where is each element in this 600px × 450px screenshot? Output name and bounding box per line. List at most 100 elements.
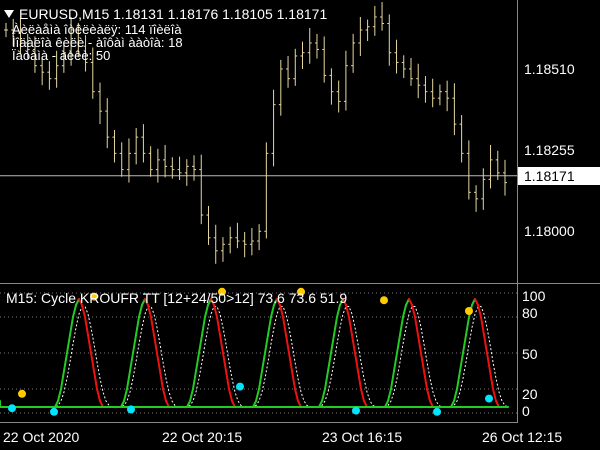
cycle-rising-segment bbox=[399, 316, 404, 336]
cycle-falling-segment bbox=[225, 370, 230, 390]
price-bar bbox=[163, 144, 168, 178]
cycle-rising-segment bbox=[66, 334, 71, 354]
cycle-rising-segment bbox=[138, 304, 143, 318]
cycle-rising-segment bbox=[258, 370, 263, 390]
price-bar bbox=[503, 159, 507, 196]
price-bar bbox=[488, 144, 493, 189]
price-bar bbox=[119, 142, 124, 177]
cycle-rising-segment bbox=[324, 370, 329, 390]
price-bar bbox=[358, 16, 363, 56]
time-label-3: 23 Oct 16:15 bbox=[322, 429, 403, 445]
price-bar bbox=[314, 33, 319, 59]
level-label-100: 100 bbox=[522, 288, 546, 304]
cycle-falling-segment bbox=[357, 370, 362, 390]
price-bar bbox=[141, 124, 146, 163]
current-price-box: 1.18171 bbox=[518, 167, 600, 185]
price-bar bbox=[148, 146, 153, 177]
cycle-rising-segment bbox=[465, 316, 470, 336]
price-bar bbox=[408, 57, 413, 86]
cycle-falling-segment bbox=[84, 316, 89, 336]
price-bar bbox=[235, 222, 240, 249]
price-bar bbox=[105, 98, 110, 149]
price-bar bbox=[4, 22, 8, 38]
price-bar bbox=[336, 80, 341, 113]
signal-line bbox=[4, 306, 509, 408]
indicator-panel bbox=[0, 287, 517, 416]
price-bar bbox=[242, 231, 247, 258]
indicator-title: M15: Cycle KROUFR TT [12+24/50>12] 73.6 … bbox=[6, 290, 348, 306]
cycle-falling-segment bbox=[93, 370, 98, 390]
cycle-rising-segment bbox=[390, 370, 395, 390]
current-price-value: 1.18171 bbox=[524, 168, 575, 184]
price-bar bbox=[184, 159, 189, 186]
price-bar bbox=[423, 76, 428, 103]
cycle-rising-segment bbox=[330, 334, 335, 354]
chart-canvas bbox=[0, 0, 600, 423]
cycle-falling-segment bbox=[228, 388, 233, 402]
price-bar bbox=[249, 228, 254, 256]
symbol-info: EURUSD,M15 1.18131 1.18176 1.18105 1.181… bbox=[4, 6, 327, 22]
trough-marker bbox=[8, 404, 16, 413]
cycle-rising-segment bbox=[462, 334, 467, 354]
price-bar bbox=[300, 41, 305, 69]
price-bar bbox=[452, 83, 457, 136]
price-bar bbox=[206, 205, 211, 245]
cycle-rising-segment bbox=[198, 334, 203, 354]
cycle-falling-segment bbox=[489, 370, 494, 390]
cycle-falling-segment bbox=[417, 334, 422, 354]
cycle-falling-segment bbox=[222, 352, 227, 372]
price-bar bbox=[459, 115, 464, 163]
price-bar bbox=[394, 39, 399, 74]
cycle-rising-segment bbox=[204, 304, 209, 318]
cycle-rising-segment bbox=[456, 370, 461, 390]
cycle-rising-segment bbox=[453, 388, 458, 402]
cycle-rising-segment bbox=[387, 388, 392, 402]
cycle-falling-segment bbox=[216, 316, 221, 336]
price-label-2: 1.18255 bbox=[524, 142, 575, 158]
cycle-rising-segment bbox=[255, 388, 260, 402]
price-bar bbox=[401, 55, 406, 79]
cycle-falling-segment bbox=[423, 370, 428, 390]
cycle-falling-segment bbox=[294, 388, 299, 402]
price-bar bbox=[257, 224, 262, 251]
cycle-rising-segment bbox=[129, 352, 134, 372]
cycle-falling-segment bbox=[156, 352, 161, 372]
price-bar bbox=[293, 48, 298, 86]
cycle-falling-segment bbox=[348, 316, 353, 336]
cycle-falling-segment bbox=[219, 334, 224, 354]
cycle-falling-segment bbox=[153, 334, 158, 354]
cycle-rising-segment bbox=[69, 316, 74, 336]
price-bar bbox=[372, 5, 377, 36]
triangle-down-icon bbox=[4, 10, 14, 18]
cycle-rising-segment bbox=[402, 304, 407, 318]
symbol-quote: EURUSD,M15 1.18131 1.18176 1.18105 1.181… bbox=[19, 6, 328, 22]
trough-marker bbox=[50, 407, 58, 416]
cycle-falling-segment bbox=[414, 316, 419, 336]
cycle-rising-segment bbox=[264, 334, 269, 354]
price-bar bbox=[445, 80, 450, 112]
price-bar bbox=[437, 84, 442, 106]
cycle-falling-segment bbox=[351, 334, 356, 354]
level-label-0: 0 bbox=[522, 403, 530, 419]
time-label-2: 22 Oct 20:15 bbox=[162, 429, 243, 445]
cycle-rising-segment bbox=[192, 370, 197, 390]
price-bar bbox=[192, 155, 197, 181]
cycle-falling-segment bbox=[480, 316, 485, 336]
cycle-falling-segment bbox=[486, 352, 491, 372]
cycle-rising-segment bbox=[261, 352, 266, 372]
trough-marker bbox=[236, 382, 244, 391]
cycle-rising-segment bbox=[396, 334, 401, 354]
cycle-rising-segment bbox=[336, 304, 341, 318]
peak-marker bbox=[380, 296, 388, 305]
cycle-rising-segment bbox=[195, 352, 200, 372]
price-bar bbox=[481, 168, 486, 210]
price-label-1: 1.18510 bbox=[524, 61, 575, 77]
cycle-falling-segment bbox=[360, 388, 365, 402]
price-bar bbox=[466, 140, 471, 200]
price-bar bbox=[199, 154, 204, 225]
price-bar bbox=[307, 28, 312, 64]
price-bar bbox=[365, 19, 370, 42]
info-line-3: Ïàòàìà - àèêè: 50 bbox=[12, 48, 111, 63]
price-bar bbox=[220, 237, 225, 262]
trough-marker bbox=[127, 405, 135, 414]
